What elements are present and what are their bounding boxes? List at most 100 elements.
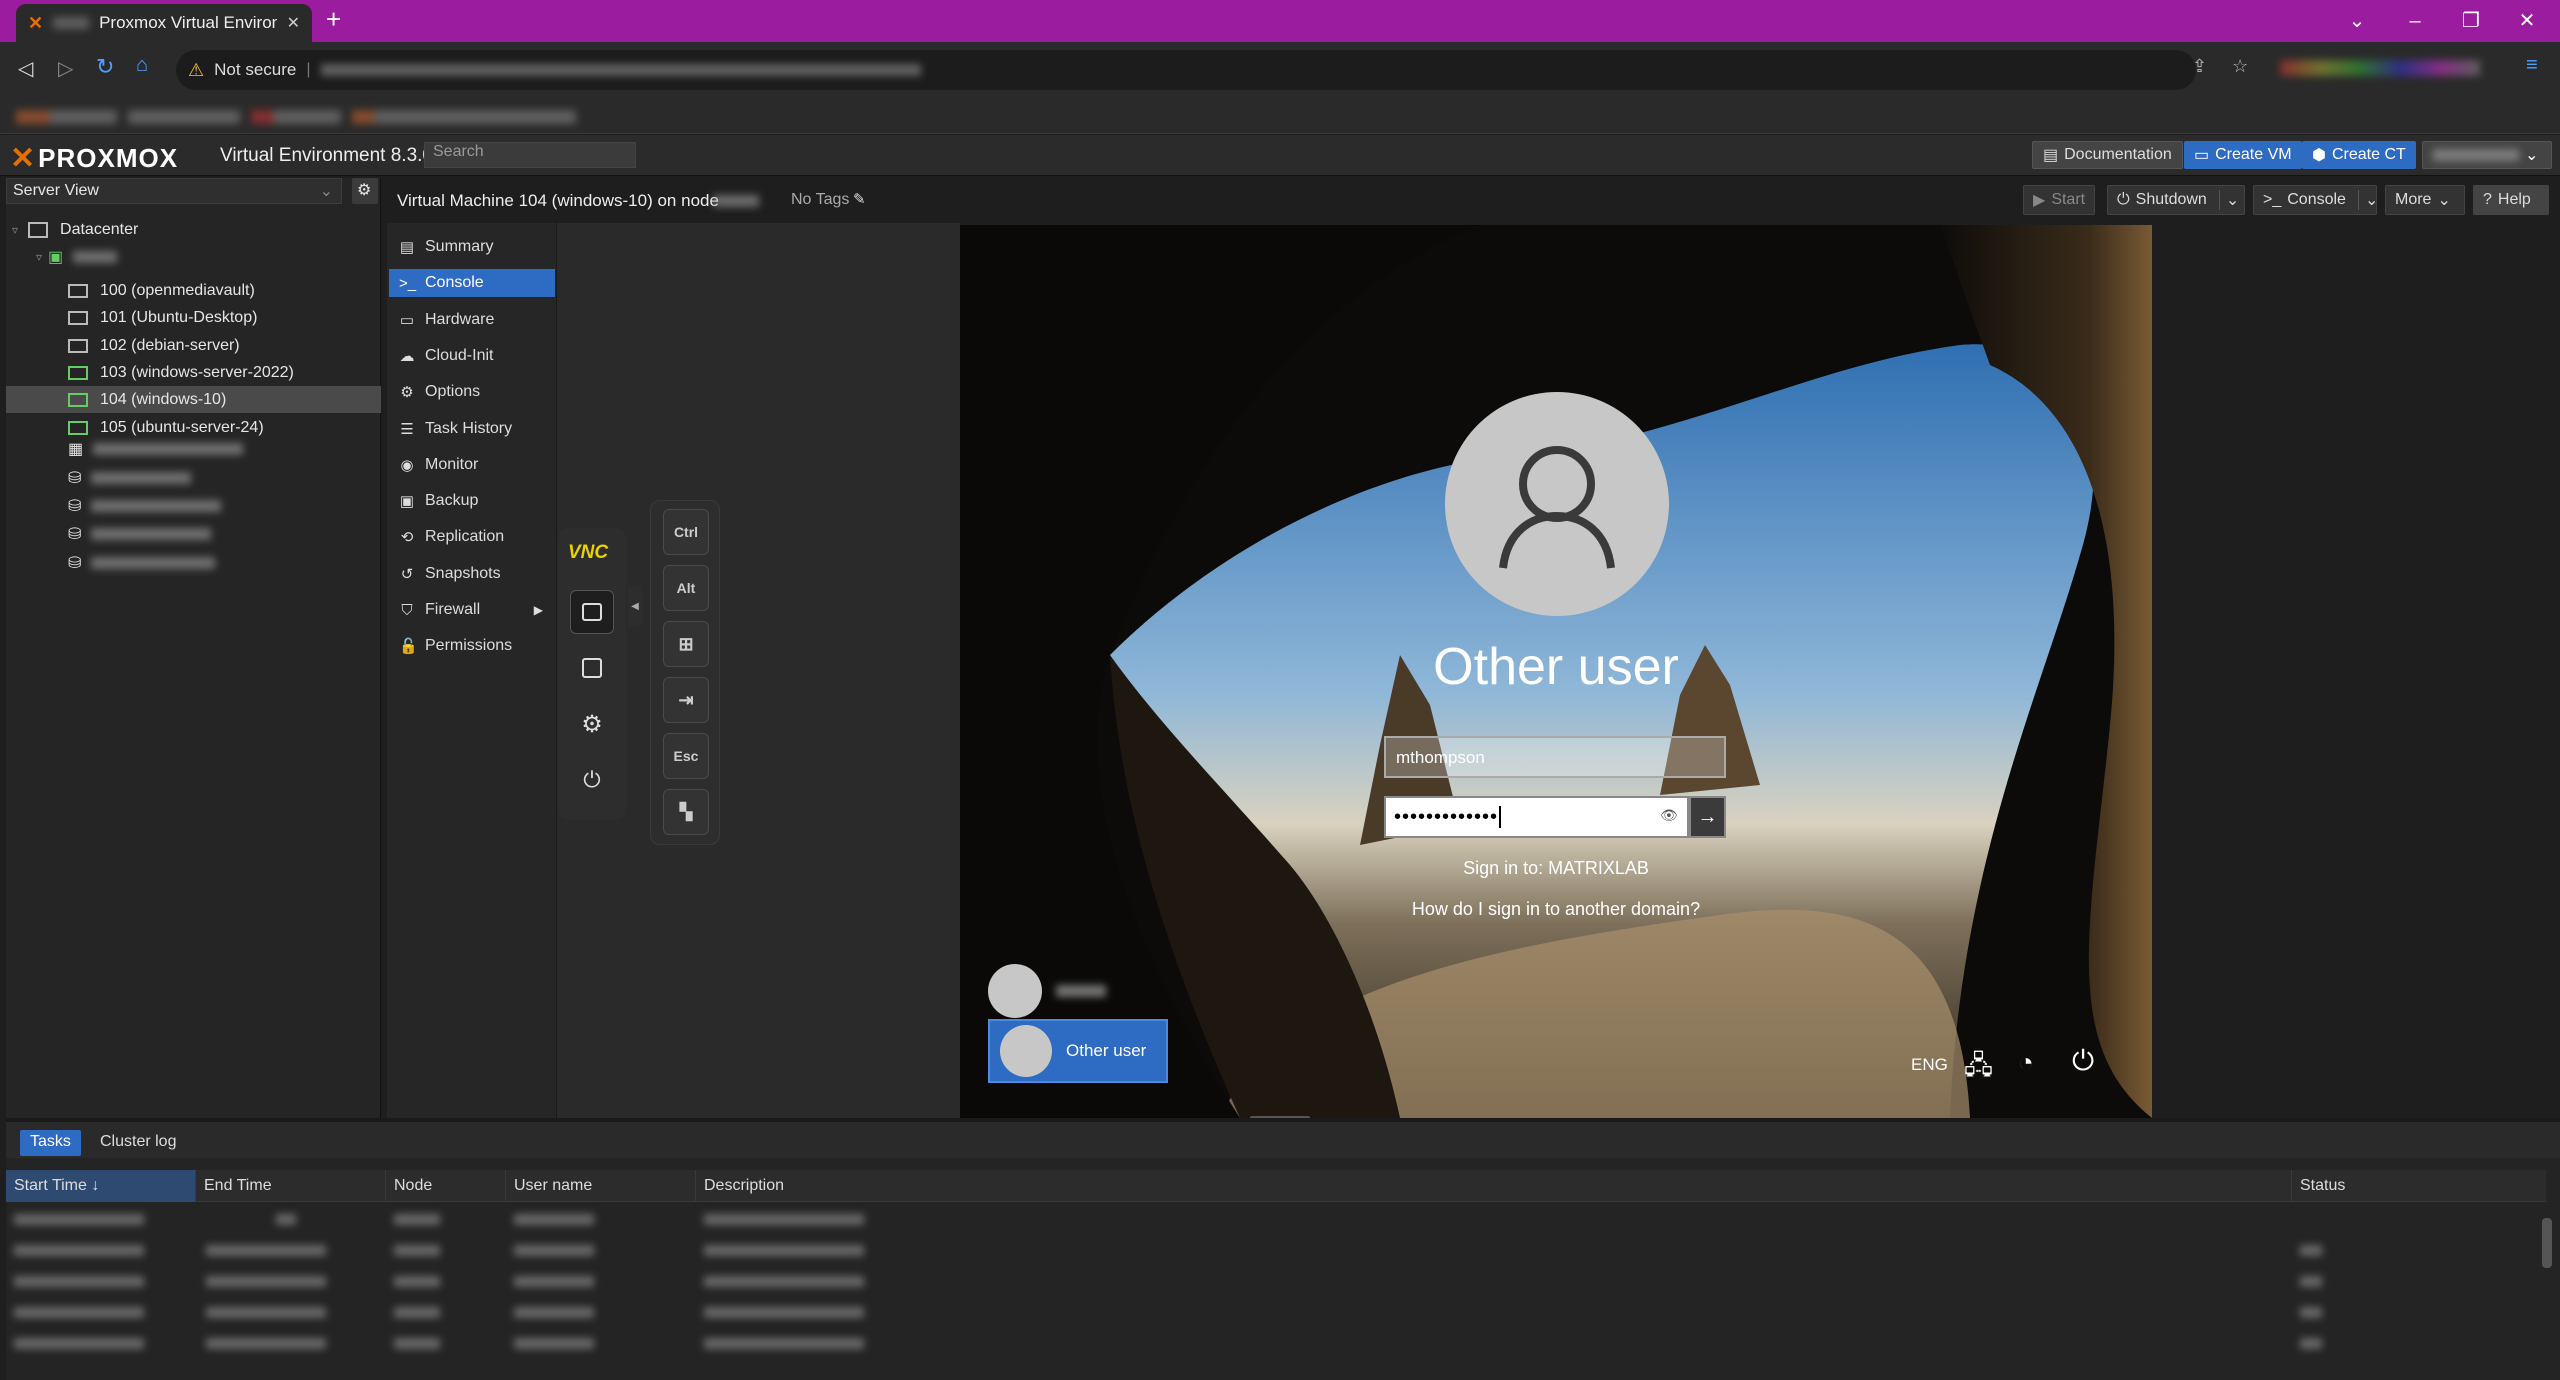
start-button[interactable]: ▶ Start bbox=[2023, 185, 2096, 215]
shutdown-button[interactable]: ⏻ Shutdown ⌄ bbox=[2107, 185, 2245, 215]
column-node[interactable]: Node bbox=[386, 1170, 506, 1202]
column-status[interactable]: Status bbox=[2292, 1170, 2546, 1202]
menu-item-replication[interactable]: ⟲ Replication bbox=[389, 523, 555, 551]
tree-item-storage[interactable]: ⛁ bbox=[6, 464, 381, 491]
new-tab-button[interactable]: + bbox=[326, 4, 341, 35]
esc-key-label: Esc bbox=[673, 748, 699, 764]
restore-icon[interactable]: ❐ bbox=[2456, 8, 2486, 34]
username-field[interactable]: mthompson bbox=[1384, 736, 1726, 778]
column-description[interactable]: Description bbox=[696, 1170, 2292, 1202]
ctrl-key-button[interactable]: Ctrl bbox=[663, 509, 709, 555]
documentation-button[interactable]: ▤ Documentation bbox=[2032, 141, 2183, 169]
table-cell bbox=[514, 1245, 594, 1256]
tree-item-storage[interactable]: ⛁ bbox=[6, 492, 381, 519]
menu-item-options[interactable]: ⚙ Options bbox=[389, 378, 555, 406]
pencil-icon[interactable]: ✎ bbox=[853, 190, 866, 208]
menu-item-monitor[interactable]: ◉ Monitor bbox=[389, 451, 555, 479]
reload-icon[interactable]: ↻ bbox=[96, 54, 114, 80]
tree-item-node[interactable]: ▿ ▣ bbox=[6, 243, 381, 270]
minimize-icon[interactable]: – bbox=[2400, 8, 2430, 34]
extension-icons[interactable] bbox=[2280, 60, 2480, 76]
more-button[interactable]: More ⌄ bbox=[2385, 185, 2465, 215]
settings-button[interactable]: ⚙ bbox=[570, 702, 614, 746]
menu-item-snapshots[interactable]: ↺ Snapshots bbox=[389, 560, 555, 588]
table-row[interactable] bbox=[6, 1299, 2546, 1330]
create-vm-button[interactable]: ▭ Create VM bbox=[2184, 141, 2302, 169]
tree-item-pool[interactable]: ▦ bbox=[6, 435, 381, 462]
database-icon: ⛁ bbox=[68, 525, 82, 543]
column-start-time[interactable]: Start Time ↓ bbox=[6, 1170, 196, 1202]
menu-item-firewall[interactable]: ⛉ Firewall ▶ bbox=[389, 596, 555, 624]
tree-item-vm[interactable]: 101 (Ubuntu-Desktop) bbox=[6, 304, 381, 331]
server-view-select[interactable]: Server View ⌄ bbox=[6, 178, 342, 204]
password-field[interactable]: ••••••••••••• bbox=[1384, 796, 1689, 838]
menu-item-label: Firewall bbox=[425, 601, 481, 618]
menu-item-label: Monitor bbox=[425, 455, 479, 473]
book-icon: ▤ bbox=[399, 239, 415, 256]
bookmark-icon[interactable]: ☆ bbox=[2232, 56, 2248, 77]
ctrl-alt-del-button[interactable]: ▚ bbox=[663, 789, 709, 835]
column-user-name[interactable]: User name bbox=[506, 1170, 696, 1202]
menu-item-hardware[interactable]: ▭ Hardware bbox=[389, 306, 555, 334]
user-tile-blurred[interactable] bbox=[988, 961, 1168, 1021]
esc-key-button[interactable]: Esc bbox=[663, 733, 709, 779]
console-button[interactable]: >_ Console ⌄ bbox=[2253, 185, 2378, 215]
tab-tasks[interactable]: Tasks bbox=[20, 1130, 81, 1156]
user-menu-button[interactable]: ⌄ bbox=[2422, 141, 2552, 169]
tree-item-vm[interactable]: 103 (windows-server-2022) bbox=[6, 359, 381, 386]
collapse-handle-icon[interactable]: ◀ bbox=[628, 586, 642, 626]
home-icon[interactable]: ⌂ bbox=[136, 54, 148, 77]
url-field[interactable]: ⚠ Not secure | bbox=[176, 50, 2196, 90]
vm-label: 105 (ubuntu-server-24) bbox=[100, 418, 264, 436]
tree-item-vm[interactable]: 100 (openmediavault) bbox=[6, 277, 381, 304]
keyboard-button[interactable] bbox=[570, 590, 614, 634]
table-row[interactable] bbox=[6, 1237, 2546, 1268]
table-cell bbox=[2300, 1276, 2322, 1287]
share-icon[interactable]: ⇪ bbox=[2192, 56, 2207, 77]
tab-cluster-log[interactable]: Cluster log bbox=[90, 1130, 186, 1156]
desktop-icon: ▭ bbox=[399, 311, 415, 329]
help-button[interactable]: ? Help bbox=[2473, 185, 2549, 215]
menu-item-backup[interactable]: ▣ Backup bbox=[389, 487, 555, 515]
network-icon[interactable]: 🖧 bbox=[1964, 1047, 1993, 1091]
tree-item-vm[interactable]: 102 (debian-server) bbox=[6, 332, 381, 359]
alt-key-button[interactable]: Alt bbox=[663, 565, 709, 611]
reveal-password-icon[interactable]: 👁 bbox=[1660, 807, 1678, 824]
accessibility-icon[interactable]: ◔ bbox=[2018, 1047, 2034, 1078]
column-end-time[interactable]: End Time bbox=[196, 1170, 386, 1202]
extra-keys-button[interactable] bbox=[570, 646, 614, 690]
tree-item-datacenter[interactable]: ▿ Datacenter bbox=[6, 216, 381, 243]
bookmark-items[interactable] bbox=[16, 110, 576, 124]
power-icon[interactable]: ⏻ bbox=[2072, 1045, 2094, 1078]
back-icon[interactable]: ◁ bbox=[18, 56, 33, 81]
tree-settings-button[interactable]: ⚙ bbox=[352, 178, 378, 204]
menu-item-task-history[interactable]: ☰ Task History bbox=[389, 415, 555, 443]
tab-close-icon[interactable]: ✕ bbox=[287, 13, 300, 33]
browser-tab[interactable]: ✕ Proxmox Virtual Environ ✕ bbox=[16, 4, 312, 42]
windows-key-button[interactable]: ⊞ bbox=[663, 621, 709, 667]
create-ct-button[interactable]: ⬢ Create CT bbox=[2302, 141, 2416, 169]
search-input[interactable]: Search bbox=[424, 142, 636, 168]
vm-console-screen[interactable]: Other user mthompson ••••••••••••• 👁 → S… bbox=[960, 225, 2152, 1118]
another-domain-link[interactable]: How do I sign in to another domain? bbox=[960, 899, 2152, 920]
language-indicator[interactable]: ENG bbox=[1911, 1055, 1948, 1075]
table-row[interactable] bbox=[6, 1206, 2546, 1237]
table-row[interactable] bbox=[6, 1268, 2546, 1299]
scrollbar[interactable] bbox=[2542, 1218, 2552, 1268]
tree-item-vm[interactable]: 104 (windows-10) bbox=[6, 386, 381, 413]
table-row[interactable] bbox=[6, 1330, 2546, 1361]
menu-item-summary[interactable]: ▤ Summary bbox=[389, 233, 555, 261]
submit-arrow-button[interactable]: → bbox=[1689, 796, 1726, 838]
power-button[interactable]: ⏻ bbox=[570, 758, 614, 802]
tree-item-storage[interactable]: ⛁ bbox=[6, 549, 381, 576]
user-tile-other-user[interactable]: Other user bbox=[988, 1019, 1168, 1083]
browser-menu-icon[interactable]: ≡ bbox=[2526, 54, 2538, 77]
tab-search-icon[interactable]: ⌄ bbox=[2342, 8, 2372, 34]
tree-item-storage[interactable]: ⛁ bbox=[6, 520, 381, 547]
menu-item-cloud-init[interactable]: ☁ Cloud-Init bbox=[389, 342, 555, 370]
close-window-icon[interactable]: ✕ bbox=[2512, 8, 2542, 34]
forward-icon[interactable]: ▷ bbox=[58, 56, 73, 81]
tab-key-button[interactable]: ⇥ bbox=[663, 677, 709, 723]
menu-item-permissions[interactable]: 🔓 Permissions bbox=[389, 632, 555, 660]
menu-item-console[interactable]: >_ Console bbox=[389, 269, 555, 298]
